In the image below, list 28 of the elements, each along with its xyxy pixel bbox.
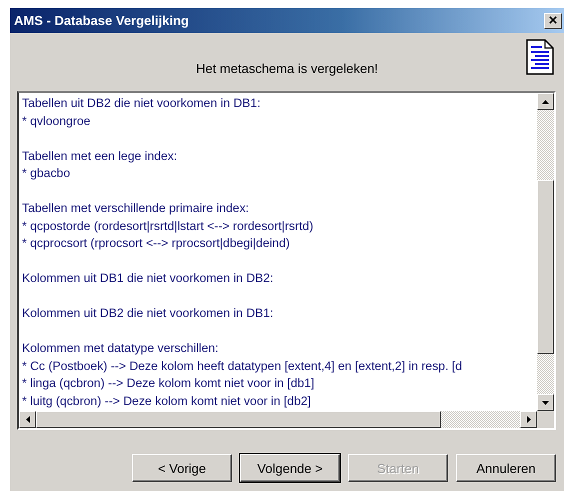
section-heading: Tabellen met een lege index: — [22, 148, 178, 164]
close-button[interactable]: × — [544, 12, 562, 28]
left-arrow-icon — [26, 416, 30, 423]
scrollbar-corner — [537, 411, 554, 428]
window-title: AMS - Database Vergelijking — [14, 13, 189, 28]
section-heading: Kolommen uit DB1 die niet voorkomen in DB2: — [22, 270, 274, 287]
horizontal-scrollbar[interactable] — [19, 411, 554, 428]
report-line: * linga (qcbron) --> Deze kolom komt niet voor in [db1] — [22, 375, 314, 392]
section-heading: Tabellen uit DB2 die niet voorkomen in DB1: — [22, 95, 260, 112]
down-arrow-icon — [542, 400, 549, 404]
status-message: Het metaschema is vergeleken! — [196, 60, 378, 76]
section-heading: Kolommen uit DB2 die niet voorkomen in DB1: — [22, 305, 274, 322]
right-arrow-icon — [526, 416, 530, 423]
dialog-button[interactable]: Annuleren — [456, 454, 556, 482]
dialog-button[interactable]: Volgende > — [240, 454, 340, 482]
report-box[interactable] — [17, 91, 556, 430]
report-line: * gbacbo — [22, 165, 70, 182]
vertical-scrollbar[interactable] — [537, 93, 554, 411]
document-icon — [526, 39, 554, 75]
report-line: * luitg (qcbron) --> Deze kolom komt niet voor in [db2] — [22, 392, 311, 410]
report-line: * qcprocsort (rprocsort <--> rprocsort|dbegi|deind) — [22, 235, 290, 252]
section-heading: Kolommen met datatype verschillen: — [22, 340, 218, 357]
report-line: * qcpostorde (rordesort|rsrtd|lstart <--> rordesort|rsrtd) — [22, 218, 314, 235]
dialog-button[interactable]: < Vorige — [132, 454, 232, 482]
up-arrow-icon — [542, 100, 549, 104]
report-line: * Cc (Postboek) --> Deze kolom heeft datatypen [extent,4] en [extent,2] in resp. [d — [22, 358, 462, 374]
report-line: * qvloongroe — [22, 112, 90, 130]
section-heading: Tabellen met verschillende primaire index: — [22, 200, 249, 217]
